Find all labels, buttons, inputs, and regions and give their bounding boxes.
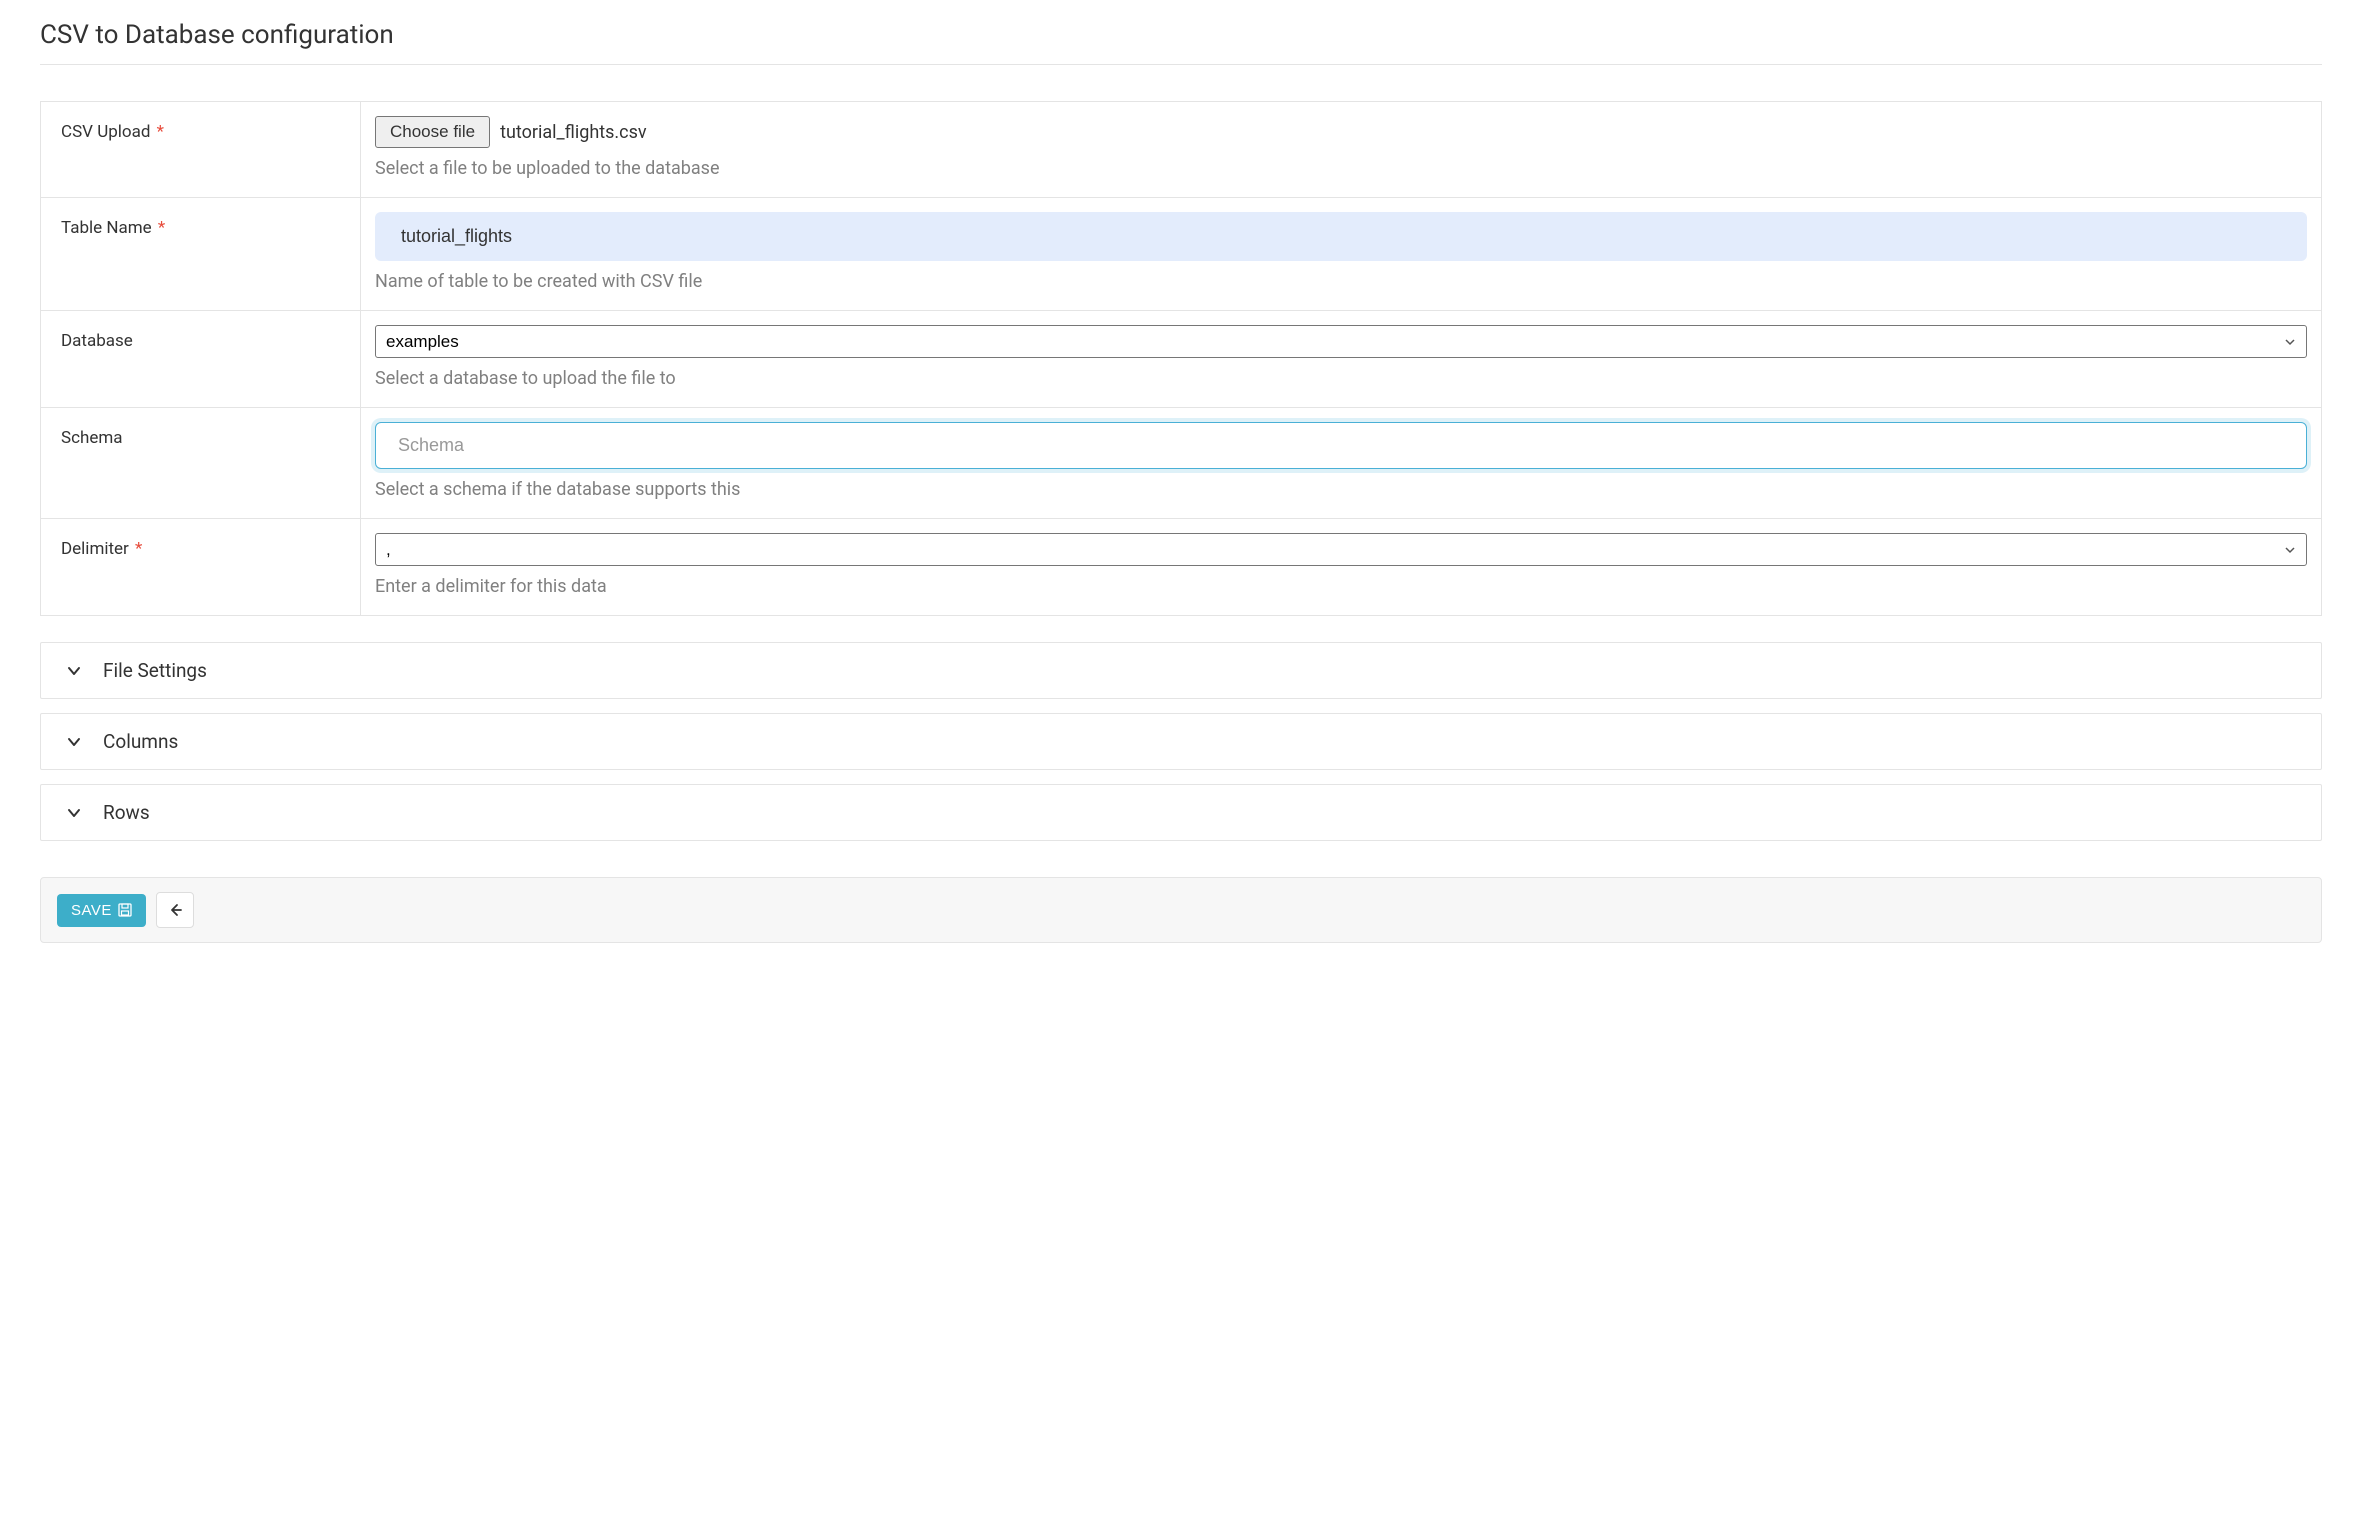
save-button-label: SAVE <box>71 902 112 919</box>
label-delimiter: Delimiter * <box>41 519 361 615</box>
label-database-text: Database <box>61 331 133 351</box>
help-table-name: Name of table to be created with CSV fil… <box>375 271 2307 292</box>
row-database: Database examples Select a database to u… <box>41 311 2321 408</box>
delimiter-select[interactable]: , <box>375 533 2307 566</box>
selected-file-name: tutorial_flights.csv <box>500 122 647 143</box>
save-button[interactable]: SAVE <box>57 894 146 927</box>
required-marker: * <box>135 539 142 559</box>
row-delimiter: Delimiter * , Enter a delimiter for this… <box>41 519 2321 615</box>
help-database: Select a database to upload the file to <box>375 368 2307 389</box>
collapsible-file-settings-title: File Settings <box>103 659 207 682</box>
page-title: CSV to Database configuration <box>40 20 2322 65</box>
table-name-input[interactable] <box>375 212 2307 261</box>
label-schema-text: Schema <box>61 428 123 448</box>
collapsible-file-settings[interactable]: File Settings <box>40 642 2322 699</box>
label-csv-upload-text: CSV Upload <box>61 122 150 142</box>
collapsible-rows-title: Rows <box>103 801 150 824</box>
back-button[interactable] <box>156 892 194 928</box>
label-delimiter-text: Delimiter <box>61 539 129 559</box>
required-marker: * <box>158 218 165 238</box>
help-delimiter: Enter a delimiter for this data <box>375 576 2307 597</box>
chevron-down-icon <box>65 804 83 822</box>
row-table-name: Table Name * Name of table to be created… <box>41 198 2321 311</box>
collapsible-columns[interactable]: Columns <box>40 713 2322 770</box>
collapsible-rows[interactable]: Rows <box>40 784 2322 841</box>
label-schema: Schema <box>41 408 361 518</box>
config-form: CSV Upload * Choose file tutorial_flight… <box>40 101 2322 616</box>
choose-file-button[interactable]: Choose file <box>375 116 490 148</box>
row-schema: Schema Select a schema if the database s… <box>41 408 2321 519</box>
row-csv-upload: CSV Upload * Choose file tutorial_flight… <box>41 102 2321 198</box>
required-marker: * <box>157 122 164 142</box>
chevron-down-icon <box>65 662 83 680</box>
arrow-left-icon <box>166 901 184 919</box>
help-schema: Select a schema if the database supports… <box>375 479 2307 500</box>
collapsible-columns-title: Columns <box>103 730 178 753</box>
label-database: Database <box>41 311 361 407</box>
label-csv-upload: CSV Upload * <box>41 102 361 197</box>
help-csv-upload: Select a file to be uploaded to the data… <box>375 158 2307 179</box>
schema-input[interactable] <box>375 422 2307 469</box>
chevron-down-icon <box>65 733 83 751</box>
label-table-name: Table Name * <box>41 198 361 310</box>
label-table-name-text: Table Name <box>61 218 152 238</box>
database-select[interactable]: examples <box>375 325 2307 358</box>
save-icon <box>118 903 132 917</box>
footer-bar: SAVE <box>40 877 2322 943</box>
